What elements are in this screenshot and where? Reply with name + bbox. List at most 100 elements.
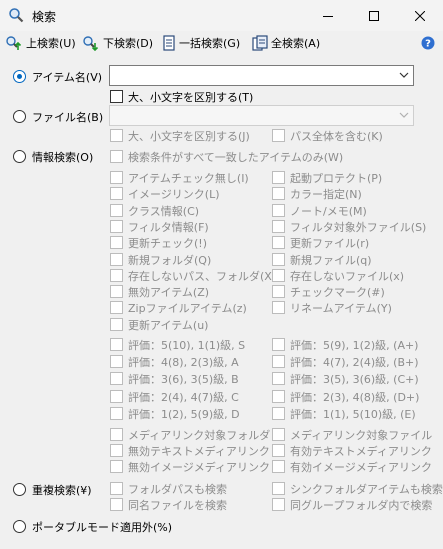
batch-search-label: 一括検索(G) <box>179 37 241 50</box>
item-case-checkbox[interactable] <box>110 90 123 103</box>
info-left-label: アイテムチェック無し(I) <box>128 172 249 185</box>
dup-left-checkbox[interactable] <box>110 482 123 495</box>
eval-left-label: 評価：4(8), 2(3)級, A <box>128 356 239 369</box>
info-search-radio[interactable] <box>13 150 26 163</box>
dup-right-checkbox[interactable] <box>272 482 285 495</box>
info-left-checkbox[interactable] <box>110 253 123 266</box>
media-left-checkbox[interactable] <box>110 460 123 473</box>
dup-left-checkbox[interactable] <box>110 498 123 511</box>
media-left-checkbox[interactable] <box>110 444 123 457</box>
eval-right-checkbox[interactable] <box>272 390 285 403</box>
eval-left-checkbox[interactable] <box>110 407 123 420</box>
item-case-label: 大、小文字を区別する(T) <box>128 91 254 104</box>
close-icon <box>415 10 425 21</box>
info-left-checkbox[interactable] <box>110 171 123 184</box>
dup-search-radio[interactable] <box>13 483 26 496</box>
dup-left-label: 同名ファイルを検索 <box>128 499 227 512</box>
batch-search-button[interactable]: 一括検索(G) <box>162 33 240 53</box>
info-left-checkbox[interactable] <box>110 285 123 298</box>
dup-right-label: 同グループフォルダ内で検索 <box>290 499 433 512</box>
info-search-label: 情報検索(O) <box>32 151 94 164</box>
close-button[interactable] <box>397 0 443 31</box>
info-right-label: リネームアイテム(Y) <box>290 302 392 315</box>
info-left-checkbox[interactable] <box>110 318 123 331</box>
info-right-checkbox[interactable] <box>272 269 285 282</box>
eval-left-checkbox[interactable] <box>110 390 123 403</box>
info-left-checkbox[interactable] <box>110 269 123 282</box>
info-right-label: カラー指定(N) <box>290 188 362 201</box>
eval-right-checkbox[interactable] <box>272 338 285 351</box>
item-name-label: アイテム名(V) <box>32 71 103 84</box>
media-left-label: 無効イメージメディアリンク <box>128 461 271 474</box>
eval-right-checkbox[interactable] <box>272 407 285 420</box>
eval-right-checkbox[interactable] <box>272 372 285 385</box>
info-left-label: 存在しないパス、フォルダ(X) <box>128 270 277 283</box>
eval-right-checkbox[interactable] <box>272 355 285 368</box>
info-left-label: イメージリンク(L) <box>128 188 220 201</box>
eval-right-label: 評価：5(9), 1(2)級, (A+) <box>290 339 419 352</box>
search-up-label: 上検索(U) <box>26 37 76 50</box>
info-left-label: 更新アイテム(u) <box>128 319 209 332</box>
maximize-button[interactable] <box>351 0 397 31</box>
info-right-checkbox[interactable] <box>272 301 285 314</box>
search-all-label: 全検索(A) <box>271 37 321 50</box>
help-icon[interactable]: ? <box>421 36 435 50</box>
info-right-checkbox[interactable] <box>272 285 285 298</box>
search-icon <box>9 8 24 23</box>
media-right-checkbox[interactable] <box>272 428 285 441</box>
dup-right-checkbox[interactable] <box>272 498 285 511</box>
info-right-checkbox[interactable] <box>272 220 285 233</box>
portable-radio[interactable] <box>13 520 26 533</box>
info-right-checkbox[interactable] <box>272 187 285 200</box>
media-right-checkbox[interactable] <box>272 444 285 457</box>
info-left-checkbox[interactable] <box>110 187 123 200</box>
search-down-button[interactable]: 下検索(D) <box>82 33 153 53</box>
media-left-checkbox[interactable] <box>110 428 123 441</box>
minimize-button[interactable] <box>305 0 351 31</box>
eval-left-checkbox[interactable] <box>110 338 123 351</box>
info-right-checkbox[interactable] <box>272 171 285 184</box>
info-left-label: フィルタ情報(F) <box>128 221 209 234</box>
info-left-checkbox[interactable] <box>110 301 123 314</box>
batch-search-icon <box>163 35 175 51</box>
chevron-down-icon <box>399 112 409 118</box>
file-case-label: 大、小文字を区別する(J) <box>128 130 250 143</box>
info-right-checkbox[interactable] <box>272 236 285 249</box>
info-left-checkbox[interactable] <box>110 204 123 217</box>
search-up-icon <box>6 36 22 50</box>
eval-right-label: 評価：3(5), 3(6)級, (C+) <box>290 373 419 386</box>
title-bar: 検索 <box>0 0 443 31</box>
file-case-checkbox[interactable] <box>110 129 123 142</box>
eval-right-label: 評価：4(7), 2(4)級, (B+) <box>290 356 419 369</box>
info-right-checkbox[interactable] <box>272 204 285 217</box>
dup-left-label: フォルダパスも検索 <box>128 483 227 496</box>
info-right-label: 更新ファイル(r) <box>290 237 370 250</box>
whole-path-checkbox[interactable] <box>272 129 285 142</box>
info-left-label: 無効アイテム(Z) <box>128 286 210 299</box>
media-right-label: 有効イメージメディアリンク <box>290 461 433 474</box>
all-match-checkbox[interactable] <box>110 150 123 163</box>
info-left-checkbox[interactable] <box>110 220 123 233</box>
file-name-radio[interactable] <box>13 110 26 123</box>
media-left-label: メディアリンク対象フォルダ <box>128 429 271 442</box>
info-left-label: 新規フォルダ(Q) <box>128 254 212 267</box>
eval-left-checkbox[interactable] <box>110 372 123 385</box>
info-right-label: チェックマーク(#) <box>290 286 385 299</box>
info-left-label: Zipファイルアイテム(z) <box>128 302 247 315</box>
eval-left-checkbox[interactable] <box>110 355 123 368</box>
info-right-checkbox[interactable] <box>272 253 285 266</box>
whole-path-label: パス全体を含む(K) <box>290 130 383 143</box>
chevron-down-icon <box>399 72 409 78</box>
item-name-combobox[interactable] <box>109 65 414 86</box>
info-left-checkbox[interactable] <box>110 236 123 249</box>
all-match-label: 検索条件がすべて一致したアイテムのみ(W) <box>128 151 344 164</box>
info-right-label: フィルタ対象外ファイル(S) <box>290 221 427 234</box>
search-up-button[interactable]: 上検索(U) <box>5 33 76 53</box>
search-all-button[interactable]: 全検索(A) <box>252 33 320 53</box>
info-right-label: ノート/メモ(M) <box>290 205 367 218</box>
item-name-radio[interactable] <box>13 70 26 83</box>
media-left-label: 無効テキストメディアリンク <box>128 445 270 458</box>
media-right-checkbox[interactable] <box>272 460 285 473</box>
eval-left-label: 評価：1(2), 5(9)級, D <box>128 408 240 421</box>
file-name-combobox[interactable] <box>109 105 414 126</box>
